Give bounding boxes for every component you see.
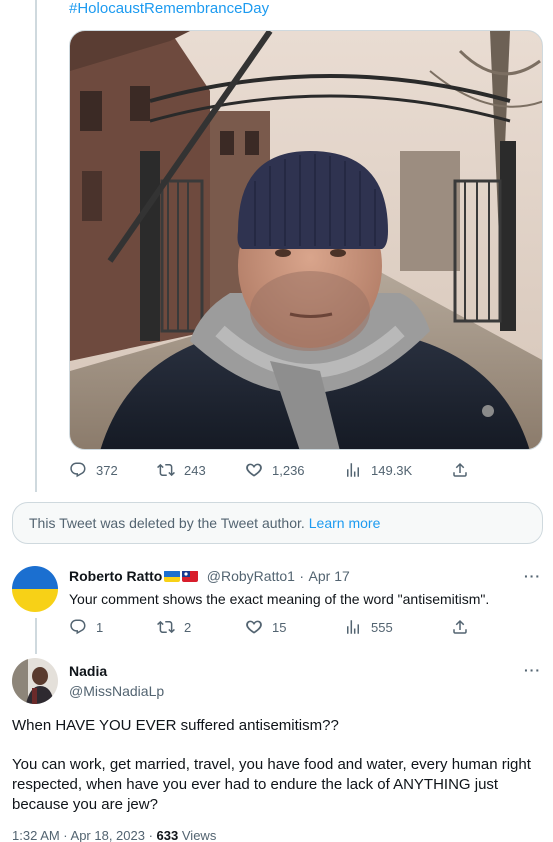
retweet-icon — [157, 463, 175, 477]
reply1-views-button[interactable]: 555 — [344, 618, 393, 636]
views-count: 149.3K — [371, 462, 413, 478]
reply2-views-count: 633 — [156, 828, 179, 842]
reply1-name[interactable]: Roberto Ratto — [69, 568, 162, 584]
reply1-like-button[interactable]: 15 — [245, 618, 286, 636]
reply1-separator: · — [299, 568, 305, 584]
thread-line-top — [35, 0, 37, 492]
share-button[interactable] — [451, 461, 469, 479]
reply1-actions: 1 2 15 555 — [69, 618, 543, 638]
reply1-like-count: 15 — [272, 619, 287, 635]
retweet-button[interactable]: 243 — [157, 461, 206, 479]
retweet-count: 243 — [184, 462, 206, 478]
reply2-handle[interactable]: @MissNadiaLp — [69, 682, 164, 700]
nadia-avatar-photo — [12, 658, 58, 704]
reply1-share-button[interactable] — [451, 618, 469, 636]
deleted-notice-text: This Tweet was deleted by the Tweet auth… — [29, 515, 305, 531]
reply-button[interactable]: 372 — [69, 461, 118, 479]
views-icon — [347, 620, 359, 634]
share-icon — [453, 462, 467, 477]
reply1-date[interactable]: Apr 17 — [309, 568, 350, 584]
avatar-nadia[interactable] — [12, 658, 58, 704]
ukraine-flag-icon — [164, 570, 181, 582]
taiwan-flag-icon — [182, 570, 199, 582]
reply-icon — [70, 619, 86, 635]
thread-line-reply — [35, 618, 37, 654]
photo-illustration — [70, 31, 542, 449]
tweet-photo[interactable] — [69, 30, 543, 450]
like-count: 1,236 — [272, 462, 305, 478]
views-button[interactable]: 149.3K — [344, 461, 412, 479]
reply1-header: Roberto Ratto @RobyRatto1 · Apr 17 — [69, 568, 350, 586]
reply1-reply-count: 1 — [96, 619, 104, 635]
learn-more-link[interactable]: Learn more — [309, 515, 381, 531]
deleted-tweet-notice: This Tweet was deleted by the Tweet auth… — [12, 502, 543, 544]
reply1-text: Your comment shows the exact meaning of … — [69, 591, 490, 607]
reply1-views-count: 555 — [371, 619, 393, 635]
ukraine-flag-avatar — [12, 566, 58, 612]
reply1-retweet-button[interactable]: 2 — [157, 618, 191, 636]
share-icon — [453, 619, 467, 634]
hashtag-link[interactable]: #HolocaustRemembranceDay — [69, 0, 269, 18]
retweet-icon — [157, 620, 175, 634]
reply1-reply-button[interactable]: 1 — [69, 618, 103, 636]
reply2-header: Nadia @MissNadiaLp — [69, 662, 164, 700]
reply2-paragraph-2: You can work, get married, travel, you h… — [12, 756, 531, 813]
tweet-actions: 372 243 1,236 149.3K — [69, 461, 543, 481]
reply2-paragraph-1: When HAVE YOU EVER suffered antisemitism… — [12, 717, 339, 734]
reply-icon — [70, 462, 86, 478]
reply1-handle[interactable]: @RobyRatto1 — [207, 568, 295, 584]
like-icon — [246, 463, 262, 477]
reply2-name[interactable]: Nadia — [69, 662, 164, 680]
reply2-views-label: Views — [181, 828, 217, 842]
like-button[interactable]: 1,236 — [245, 461, 305, 479]
reply1-more-icon[interactable]: ··· — [524, 568, 541, 584]
reply2-timestamp[interactable]: 1:32 AM · Apr 18, 2023 · — [12, 828, 153, 842]
views-icon — [347, 463, 359, 477]
like-icon — [246, 620, 262, 634]
reply2-more-icon[interactable]: ··· — [524, 662, 541, 678]
reply2-meta: 1:32 AM · Apr 18, 2023 · 633 Views — [12, 828, 216, 842]
reply1-retweet-count: 2 — [184, 619, 192, 635]
reply-count: 372 — [96, 462, 118, 478]
avatar-roberto[interactable] — [12, 566, 58, 612]
